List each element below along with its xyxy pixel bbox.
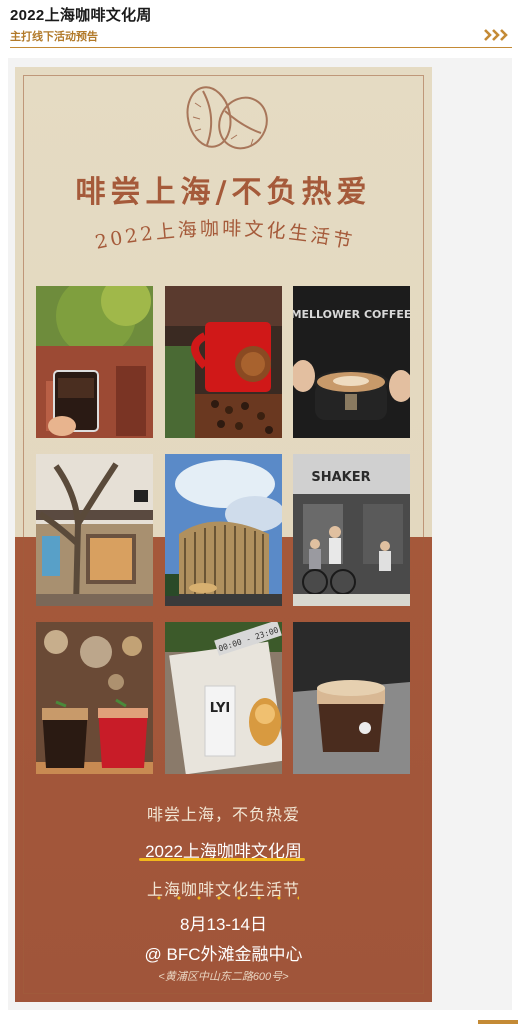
mellower-sign-line1: MELLOWER COFFEE bbox=[293, 308, 410, 321]
shaker-sign: SHAKER bbox=[311, 470, 370, 485]
section-subtitle: 主打线下活动预告 bbox=[10, 31, 98, 43]
photo-oat-milk-croissant: 00:00 - 23:00 LYI bbox=[165, 622, 282, 774]
dotted-underline bbox=[149, 896, 299, 900]
event-venue: @ BFC外滩金融中心 bbox=[144, 945, 303, 964]
week-title-underline bbox=[139, 858, 305, 861]
page-bottom-accent bbox=[478, 1020, 518, 1024]
svg-text:2022上海咖啡文化生活节: 2022上海咖啡文化生活节 bbox=[93, 218, 356, 254]
poster-tagline: 啡尝上海，不负热爱 bbox=[146, 807, 300, 824]
photo-red-mug-beans bbox=[165, 286, 282, 438]
photo-two-iced-drinks bbox=[36, 622, 153, 774]
photo-bfc-building bbox=[165, 454, 282, 606]
page-title: 2022上海咖啡文化周 bbox=[10, 7, 152, 24]
poster-headline: 啡尝上海/不负热爱 bbox=[75, 175, 372, 210]
event-date: 8月13-14日 bbox=[180, 915, 267, 934]
carton-text: LYI bbox=[210, 701, 231, 716]
photo-mellower-coffee: MELLOWER COFFEE bbox=[293, 286, 410, 438]
chevron-triple-right-icon bbox=[484, 28, 510, 47]
photo-shaker-cafe: SHAKER bbox=[293, 454, 410, 606]
coffee-beans-icon bbox=[186, 86, 268, 150]
photo-iced-coffee-street bbox=[36, 286, 153, 438]
event-poster: 啡尝上海/不负热爱 2022上海咖啡文化生活节 MELLOWER COFFEE … bbox=[15, 67, 432, 1002]
article-header: 2022上海咖啡文化周 主打线下活动预告 bbox=[10, 5, 512, 48]
event-address: <黄浦区中山东二路600号> bbox=[158, 971, 289, 983]
photo-latte-cup bbox=[293, 622, 410, 774]
festival-arc-title: 2022上海咖啡文化生活节 bbox=[93, 218, 356, 254]
photo-cafe-building bbox=[36, 454, 153, 606]
subtitle-row: 主打线下活动预告 bbox=[10, 27, 512, 48]
